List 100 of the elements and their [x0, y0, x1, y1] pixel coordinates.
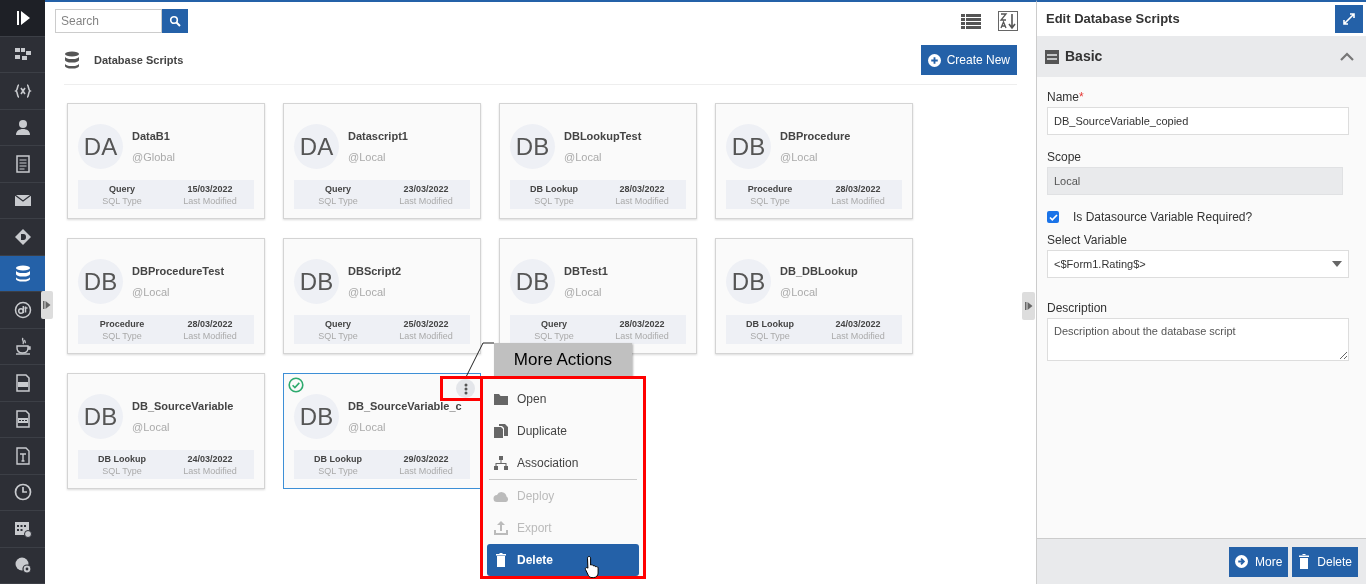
checkbox[interactable]: [1047, 211, 1059, 223]
user-icon: [13, 118, 32, 137]
folder-icon: [493, 391, 509, 407]
info-value: Query: [541, 317, 567, 330]
script-name: DBProcedure: [780, 129, 851, 143]
collapse-handle[interactable]: [41, 291, 53, 319]
checkbox-label: Is Datasource Variable Required?: [1073, 209, 1253, 226]
script-card[interactable]: DB DBProcedureTest @Local Procedure SQL Type 28/03/2022 Last Modified: [67, 238, 265, 354]
script-scope: @Local: [780, 150, 819, 164]
avatar-initials: DB: [726, 124, 771, 169]
info-value: DB Lookup: [530, 182, 578, 195]
name-field[interactable]: DB_SourceVariable_copied: [1047, 107, 1349, 135]
avatar-initials: DB: [294, 394, 339, 439]
footer-button[interactable]: Delete: [1292, 546, 1358, 577]
info-value: Query: [109, 182, 135, 195]
menu-item[interactable]: Association: [487, 447, 639, 479]
sort-icon[interactable]: [998, 10, 1018, 31]
avatar-initials: DB: [78, 259, 123, 304]
info-value: 28/03/2022: [619, 317, 665, 330]
field-label: Name*: [1047, 90, 1085, 104]
trash-icon: [1298, 554, 1311, 569]
info-value: DB Lookup: [98, 452, 146, 465]
menu-item[interactable]: Duplicate: [487, 415, 639, 447]
script-card[interactable]: DB DB_SourceVariable_c @Local DB Lookup SQL Type 29/03/2022 Last Modified: [283, 373, 481, 489]
footer-button[interactable]: More: [1228, 546, 1289, 577]
script-scope: @Local: [132, 420, 171, 434]
required-mark: *: [1079, 90, 1084, 104]
info-value: 28/03/2022: [619, 182, 665, 195]
upload-icon: [493, 520, 509, 536]
script-card[interactable]: DB DB_DBLookup @Local DB Lookup SQL Type 24/03/2022 Last Modified: [715, 238, 913, 354]
check-circle-icon: [288, 377, 304, 393]
info-label: SQL Type: [534, 194, 574, 207]
script-card[interactable]: DB DBScript2 @Local Query SQL Type 25/03/2022 Last Modified: [283, 238, 481, 354]
collapse-handle[interactable]: [1022, 292, 1035, 320]
variable-dropdown[interactable]: <$Form1.Rating$>: [1047, 250, 1349, 278]
script-card[interactable]: DB DBTest1 @Local Query SQL Type 28/03/2022 Last Modified: [499, 238, 697, 354]
script-scope: @Local: [564, 150, 603, 164]
info-label: SQL Type: [102, 329, 142, 342]
more-actions-button[interactable]: [456, 379, 475, 398]
create-new-button[interactable]: Create New: [920, 45, 1017, 75]
info-value: Query: [325, 182, 351, 195]
list-view-icon[interactable]: [961, 12, 981, 29]
info-value: 23/03/2022: [403, 182, 449, 195]
script-name: DB_DBLookup: [780, 264, 858, 278]
avatar-initials: DA: [294, 124, 339, 169]
info-label: SQL Type: [750, 329, 790, 342]
script-card[interactable]: DA DataB1 @Global Query SQL Type 15/03/2022 Last Modified: [67, 103, 265, 219]
expand-button[interactable]: [1335, 5, 1363, 33]
info-label: Last Modified: [399, 329, 453, 342]
avatar-initials: DB: [726, 259, 771, 304]
info-value: 15/03/2022: [187, 182, 233, 195]
search-button[interactable]: [162, 8, 188, 33]
info-label: Last Modified: [615, 194, 669, 207]
sidebar-item[interactable]: [0, 255, 45, 292]
script-name: DB_SourceVariable_c: [348, 399, 462, 413]
text-file-icon: [13, 446, 32, 465]
menu-item[interactable]: Open: [487, 383, 639, 415]
info-label: Last Modified: [399, 464, 453, 477]
script-scope: @Local: [132, 285, 171, 299]
expand-icon: [1024, 302, 1033, 310]
script-name: DBLookupTest: [564, 129, 642, 143]
avatar-initials: DB: [510, 124, 555, 169]
info-value: Procedure: [99, 317, 145, 330]
info-label: SQL Type: [318, 194, 358, 207]
info-value: Procedure: [747, 182, 793, 195]
database-icon: [64, 51, 80, 69]
info-value: 24/03/2022: [835, 317, 881, 330]
diamond-icon: [13, 227, 32, 246]
script-scope: @Local: [780, 285, 819, 299]
script-scope: @Local: [348, 420, 387, 434]
section-header[interactable]: Basic: [1037, 36, 1366, 77]
callout-label: More Actions: [494, 343, 632, 377]
script-card[interactable]: DB DB_SourceVariable @Local DB Lookup SQL Type 24/03/2022 Last Modified: [67, 373, 265, 489]
avatar-initials: DB: [78, 394, 123, 439]
script-card[interactable]: DB DBLookupTest @Local DB Lookup SQL Type 28/03/2022 Last Modified: [499, 103, 697, 219]
field-label: Select Variable: [1047, 233, 1128, 247]
info-value: 24/03/2022: [187, 452, 233, 465]
description-field[interactable]: Description about the database script: [1047, 318, 1349, 361]
script-card[interactable]: DB DBProcedure @Local Procedure SQL Type 28/03/2022 Last Modified: [715, 103, 913, 219]
menu-item[interactable]: Delete: [487, 544, 639, 576]
script-name: DBTest1: [564, 264, 608, 278]
expand-icon: [1342, 12, 1356, 26]
search-icon: [169, 14, 181, 27]
file-icon: [13, 373, 32, 392]
info-value: 29/03/2022: [403, 452, 449, 465]
caret-icon: [1332, 261, 1342, 267]
avatar-initials: DB: [510, 259, 555, 304]
info-label: SQL Type: [750, 194, 790, 207]
search-field[interactable]: Search: [55, 8, 162, 33]
script-card[interactable]: DA Datascript1 @Local Query SQL Type 23/03/2022 Last Modified: [283, 103, 481, 219]
info-label: Last Modified: [831, 329, 885, 342]
field-label: Description: [1047, 301, 1109, 315]
script-scope: @Local: [348, 150, 387, 164]
avatar-initials: DA: [78, 124, 123, 169]
home-button[interactable]: [0, 0, 45, 37]
variable-icon: [13, 81, 32, 100]
avatar-initials: DB: [294, 259, 339, 304]
database-icon: [13, 264, 32, 283]
info-label: Last Modified: [183, 329, 237, 342]
hierarchy-icon: [493, 455, 509, 471]
